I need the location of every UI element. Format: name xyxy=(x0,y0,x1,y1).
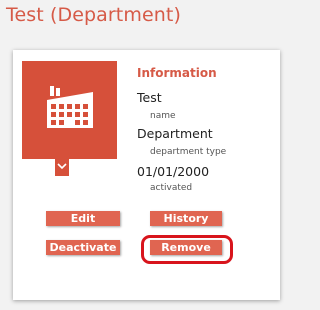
department-type-label: department type xyxy=(150,147,227,157)
name-label: name xyxy=(150,111,176,121)
department-page: Test (Department) Information Test name … xyxy=(0,0,293,310)
edit-button[interactable]: Edit xyxy=(46,211,120,226)
history-button[interactable]: History xyxy=(150,211,222,226)
tile-toggle[interactable] xyxy=(55,159,69,176)
department-card: Information Test name Department departm… xyxy=(13,50,280,300)
chevron-down-icon xyxy=(57,163,67,170)
factory-icon xyxy=(47,86,93,128)
information-heading: Information xyxy=(137,66,217,80)
name-value: Test xyxy=(137,90,162,105)
remove-highlight-outline xyxy=(141,235,233,264)
department-type-value: Department xyxy=(137,126,213,141)
page-title: Test (Department) xyxy=(6,4,181,26)
activated-value: 01/01/2000 xyxy=(137,164,210,179)
deactivate-button[interactable]: Deactivate xyxy=(46,240,120,255)
activated-label: activated xyxy=(150,183,193,193)
department-tile xyxy=(22,61,117,159)
